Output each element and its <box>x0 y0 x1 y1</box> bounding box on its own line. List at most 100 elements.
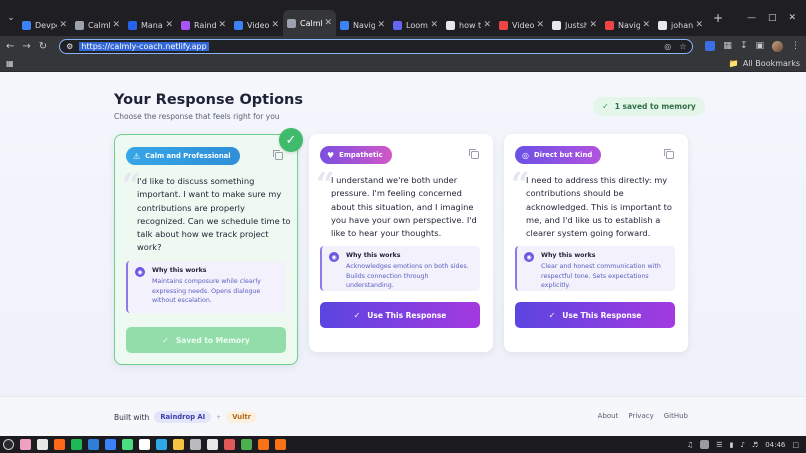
copy-icon[interactable] <box>664 149 674 159</box>
browser-tab[interactable]: Navigat✕ <box>336 14 389 36</box>
browser-tab[interactable]: Navigat✕ <box>601 14 654 36</box>
check-icon: ✓ <box>162 335 169 345</box>
taskbar-app-icon[interactable] <box>71 439 82 450</box>
vultr-chip: Vultr <box>226 411 258 423</box>
footer-link-about[interactable]: About <box>598 412 619 420</box>
browser-tab[interactable]: johann✕ <box>654 14 707 36</box>
close-tab-icon[interactable]: ✕ <box>377 20 385 30</box>
extensions-puzzle-icon[interactable]: ▦ <box>723 41 732 51</box>
taskbar-app-icon[interactable] <box>258 439 269 450</box>
address-bar[interactable]: ⚙ https://calmly-coach.netlify.app ◎ ☆ <box>59 38 694 54</box>
taskbar-app-icon[interactable] <box>88 439 99 450</box>
all-bookmarks-link[interactable]: All Bookmarks <box>743 59 800 68</box>
close-tab-icon[interactable]: ✕ <box>112 20 120 30</box>
taskbar-app-icon[interactable] <box>190 439 201 450</box>
response-tag-label: Calm and Professional <box>145 152 231 160</box>
close-window-icon[interactable]: ✕ <box>788 13 796 23</box>
taskbar-app-icon[interactable] <box>139 439 150 450</box>
browser-tab[interactable]: Calmly✕ <box>71 14 124 36</box>
tab-search-chevron-icon[interactable]: ⌄ <box>4 13 18 23</box>
tab-favicon-icon <box>340 20 349 30</box>
close-tab-icon[interactable]: ✕ <box>165 20 173 30</box>
taskbar-app-icon[interactable] <box>173 439 184 450</box>
taskbar-app-icon[interactable] <box>105 439 116 450</box>
check-icon: ✓ <box>353 310 361 320</box>
response-text: I'd like to discuss something important.… <box>137 176 291 253</box>
taskbar-app-icon[interactable] <box>156 439 167 450</box>
close-tab-icon[interactable]: ✕ <box>59 20 67 30</box>
battery-icon[interactable]: ▮ <box>730 441 734 449</box>
close-tab-icon[interactable]: ✕ <box>483 20 491 30</box>
clock[interactable]: 04:46 <box>765 441 785 449</box>
target-icon: ◉ <box>524 252 534 262</box>
browser-tab[interactable]: Justsha✕ <box>548 14 601 36</box>
profile-avatar[interactable] <box>772 40 783 52</box>
notifications-icon[interactable]: □ <box>792 441 799 449</box>
minimize-icon[interactable]: — <box>747 13 756 23</box>
tab-title: Calmly <box>300 18 322 28</box>
volume-icon[interactable]: ♬ <box>752 441 758 449</box>
browser-tab[interactable]: Manage✕ <box>124 14 177 36</box>
use-this-response-button[interactable]: ✓ Use This Response <box>515 302 675 328</box>
close-tab-icon[interactable]: ✕ <box>218 20 226 30</box>
taskbar-app-icon[interactable] <box>207 439 218 450</box>
wifi-icon[interactable]: ☰ <box>716 441 722 449</box>
close-tab-icon[interactable]: ✕ <box>589 20 597 30</box>
apps-grid-icon[interactable]: ▦ <box>6 59 14 68</box>
page-footer: Built with Raindrop AI + Vultr About Pri… <box>0 396 806 436</box>
why-title: Why this works <box>152 267 207 274</box>
forward-icon[interactable]: → <box>22 41 30 52</box>
eye-off-icon[interactable]: ◎ <box>664 42 671 51</box>
maximize-icon[interactable]: □ <box>768 13 777 23</box>
browser-tab[interactable]: Calmly✕ <box>283 10 336 36</box>
back-icon[interactable]: ← <box>6 41 14 52</box>
close-tab-icon[interactable]: ✕ <box>695 20 703 30</box>
folder-icon: 📁 <box>728 59 739 68</box>
browser-tab[interactable]: how to✕ <box>442 14 495 36</box>
why-this-works-box: ◉ Why this works Maintains composure whi… <box>126 261 286 313</box>
taskbar-app-icon[interactable] <box>122 439 133 450</box>
taskbar-app-icon[interactable] <box>224 439 235 450</box>
saved-count-label: 1 saved to memory <box>614 102 696 111</box>
footer-link-github[interactable]: GitHub <box>664 412 688 420</box>
use-this-response-button[interactable]: ✓ Use This Response <box>320 302 480 328</box>
why-title: Why this works <box>346 252 401 259</box>
new-tab-icon[interactable]: + <box>713 11 723 25</box>
response-text: I understand we're both under pressure. … <box>331 175 477 239</box>
copy-icon[interactable] <box>273 150 283 160</box>
close-tab-icon[interactable]: ✕ <box>430 20 438 30</box>
footer-link-privacy[interactable]: Privacy <box>628 412 653 420</box>
saved-to-memory-button[interactable]: ✓ Saved to Memory <box>126 327 286 353</box>
copy-icon[interactable] <box>469 149 479 159</box>
why-body: Clear and honest communication with resp… <box>541 263 661 289</box>
menu-kebab-icon[interactable]: ⋮ <box>791 41 800 51</box>
saved-count-badge: ✓ 1 saved to memory <box>593 97 705 116</box>
bookmarks-bar: ▦ 📁 All Bookmarks <box>0 56 806 72</box>
tab-grid-icon[interactable]: ▣ <box>755 41 764 51</box>
footer-links: About Privacy GitHub <box>598 412 688 420</box>
taskbar-app-icon[interactable] <box>275 439 286 450</box>
response-card-empathetic: ♥ Empathetic “ I understand we're both u… <box>309 134 493 352</box>
taskbar-app-icon[interactable] <box>241 439 252 450</box>
taskbar-app-icon[interactable] <box>37 439 48 450</box>
close-tab-icon[interactable]: ✕ <box>536 20 544 30</box>
taskbar-app-icon[interactable] <box>54 439 65 450</box>
browser-tab[interactable]: Raindrop✕ <box>177 14 230 36</box>
close-tab-icon[interactable]: ✕ <box>271 20 279 30</box>
mic-icon[interactable]: ♫ <box>687 441 693 449</box>
power-icon[interactable] <box>3 439 14 450</box>
site-info-icon[interactable]: ⚙ <box>66 42 73 51</box>
shield-icon[interactable] <box>700 440 710 449</box>
browser-tab[interactable]: Devpost✕ <box>18 14 71 36</box>
reload-icon[interactable]: ↻ <box>39 41 47 52</box>
close-tab-icon[interactable]: ✕ <box>324 18 332 28</box>
close-tab-icon[interactable]: ✕ <box>642 20 650 30</box>
browser-tab[interactable]: Video d✕ <box>495 14 548 36</box>
music-icon[interactable]: ♪ <box>740 441 744 449</box>
bookmark-star-icon[interactable]: ☆ <box>679 42 686 51</box>
download-icon[interactable]: ↧ <box>740 41 748 51</box>
taskbar-app-icon[interactable] <box>20 439 31 450</box>
extension-icon[interactable] <box>705 41 716 51</box>
browser-tab[interactable]: Videos✕ <box>230 14 283 36</box>
browser-tab[interactable]: Loom s✕ <box>389 14 442 36</box>
